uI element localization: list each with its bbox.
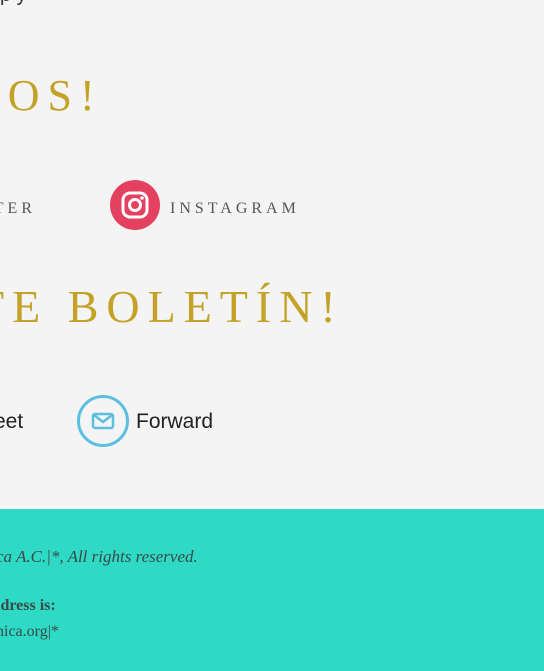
forward-link[interactable]: Forward [136, 410, 213, 434]
tweet-link[interactable]: eet [0, 410, 23, 434]
mailing-address-email[interactable]: nica.org|* [0, 623, 59, 641]
footer: ca A.C.|*, All rights reserved. ldress i… [0, 509, 544, 671]
instagram-icon[interactable] [110, 180, 160, 230]
share-actions-row: eet Forward [0, 394, 544, 450]
email-page: p y NOS! TTER INSTAGRAM TE BOLETÍN! eet … [0, 0, 544, 671]
top-text-fragment: p y [0, 0, 27, 7]
follow-us-heading: NOS! [0, 71, 103, 120]
envelope-icon[interactable] [77, 395, 129, 447]
share-newsletter-heading: TE BOLETÍN! [0, 281, 344, 332]
mailing-address-title: ldress is: [0, 597, 56, 614]
instagram-glyph [121, 191, 149, 219]
twitter-link[interactable]: TTER [0, 200, 36, 218]
copyright-text: ca A.C.|*, All rights reserved. [0, 547, 198, 566]
social-links-row: TTER INSTAGRAM [0, 180, 544, 234]
instagram-link[interactable]: INSTAGRAM [170, 200, 300, 218]
envelope-glyph [91, 412, 115, 430]
